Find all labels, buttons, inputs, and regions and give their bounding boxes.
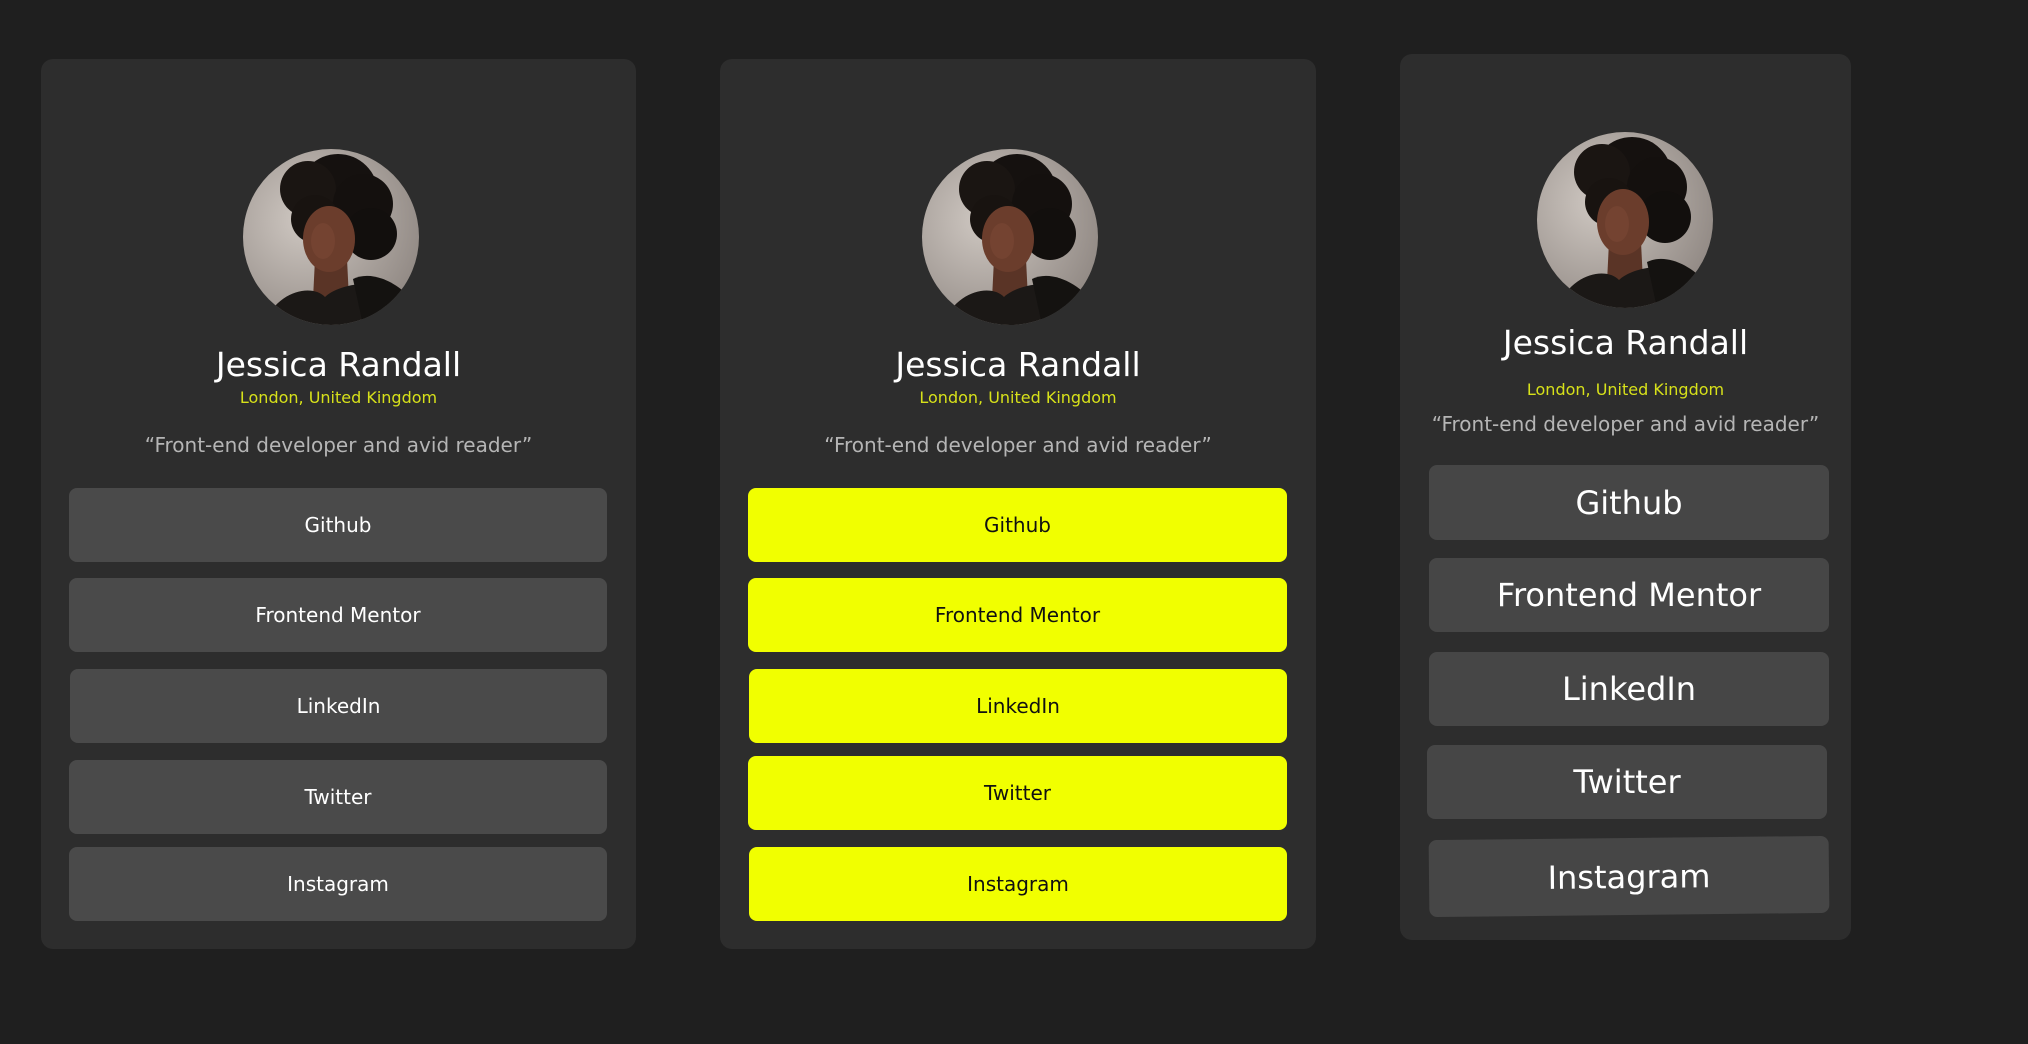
profile-photo-icon — [922, 149, 1098, 325]
profile-photo-icon — [243, 149, 419, 325]
link-button-twitter[interactable]: Twitter — [1427, 745, 1827, 819]
profile-bio: “Front-end developer and avid reader” — [824, 433, 1212, 457]
profile-bio: “Front-end developer and avid reader” — [1431, 412, 1820, 436]
profile-name: Jessica Randall — [1502, 323, 1749, 362]
link-button-frontend-mentor[interactable]: Frontend Mentor — [1429, 558, 1829, 632]
link-button-twitter[interactable]: Twitter — [69, 760, 607, 834]
link-button-instagram[interactable]: Instagram — [749, 847, 1287, 921]
link-button-frontend-mentor[interactable]: Frontend Mentor — [748, 578, 1287, 652]
profile-card-default: Jessica Randall London, United Kingdom “… — [41, 59, 636, 949]
link-button-linkedin[interactable]: LinkedIn — [70, 669, 607, 743]
profile-photo-icon — [1537, 132, 1713, 308]
link-button-linkedin[interactable]: LinkedIn — [1429, 652, 1829, 726]
link-button-frontend-mentor[interactable]: Frontend Mentor — [69, 578, 607, 652]
avatar — [243, 149, 419, 325]
profile-location: London, United Kingdom — [1526, 380, 1725, 399]
page-stage: Jessica Randall London, United Kingdom “… — [0, 0, 2028, 1044]
avatar — [922, 149, 1098, 325]
link-button-github[interactable]: Github — [1429, 465, 1829, 540]
profile-bio: “Front-end developer and avid reader” — [144, 433, 533, 457]
profile-card-highlighted: Jessica Randall London, United Kingdom “… — [720, 59, 1316, 949]
profile-location: London, United Kingdom — [919, 388, 1117, 407]
profile-location: London, United Kingdom — [239, 388, 438, 407]
profile-name: Jessica Randall — [215, 345, 462, 384]
link-button-linkedin[interactable]: LinkedIn — [749, 669, 1287, 743]
profile-card-large-text: Jessica Randall London, United Kingdom “… — [1400, 54, 1851, 940]
link-button-github[interactable]: Github — [748, 488, 1287, 562]
link-button-instagram[interactable]: Instagram — [69, 847, 607, 921]
profile-name: Jessica Randall — [895, 345, 1141, 384]
avatar — [1537, 132, 1713, 308]
link-button-instagram[interactable]: Instagram — [1428, 835, 1830, 918]
link-button-twitter[interactable]: Twitter — [748, 756, 1287, 830]
link-button-github[interactable]: Github — [69, 488, 607, 562]
